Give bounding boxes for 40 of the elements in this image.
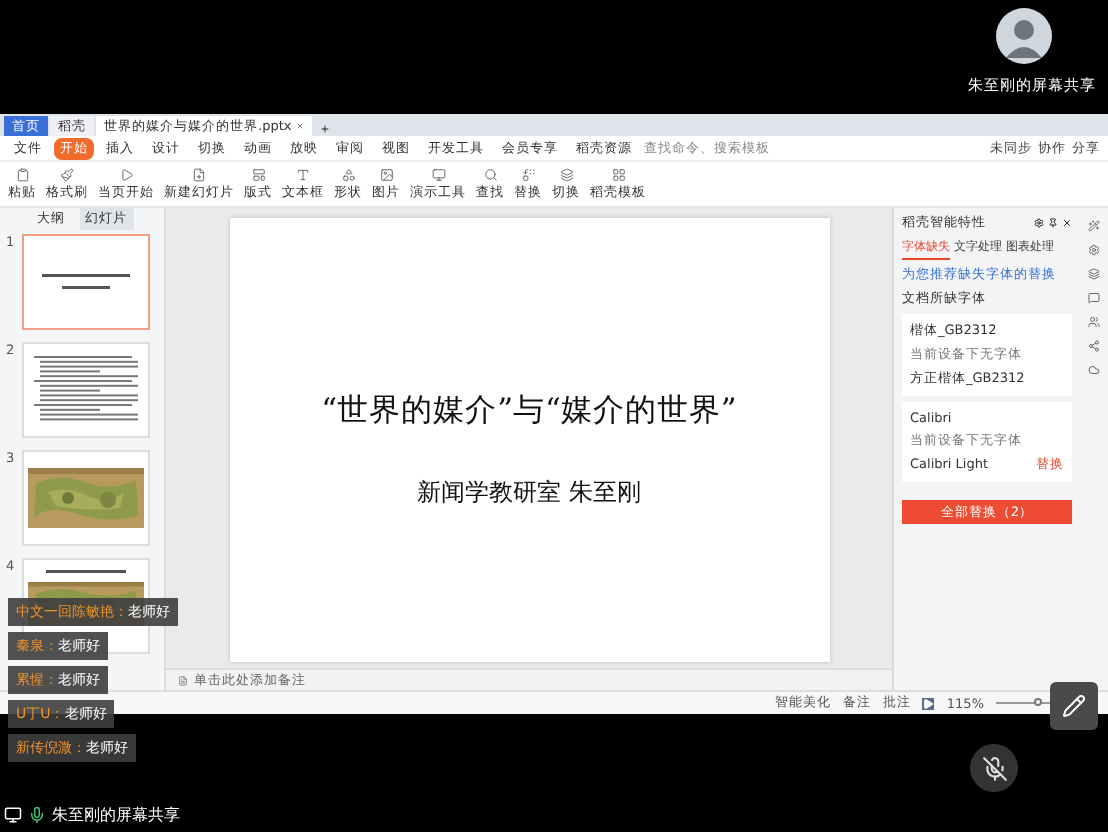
grid-icon	[611, 167, 625, 181]
comment-icon[interactable]	[1088, 292, 1100, 304]
clipboard-icon	[15, 167, 29, 181]
play-icon	[119, 167, 133, 181]
mic-off-icon	[981, 755, 1007, 781]
cloud-icon[interactable]	[1088, 364, 1100, 376]
avatar	[996, 8, 1052, 64]
monitor-icon	[431, 167, 445, 181]
mute-button[interactable]	[970, 744, 1018, 792]
mic-icon	[28, 806, 46, 824]
layout-icon	[251, 167, 265, 181]
share-icon[interactable]	[1088, 340, 1100, 352]
file-plus-icon	[192, 167, 206, 181]
text-icon	[296, 167, 310, 181]
new-tab-icon[interactable]	[319, 124, 330, 134]
annotate-button[interactable]	[1050, 682, 1098, 730]
title-lines-drawing	[42, 274, 130, 290]
settings-icon[interactable]	[1088, 244, 1100, 256]
slide-thumbnail[interactable]	[22, 450, 150, 546]
text-lines-drawing	[34, 356, 138, 424]
search-icon	[483, 167, 497, 181]
shapes-icon	[341, 167, 355, 181]
title-line-drawing	[46, 570, 126, 574]
play-icon[interactable]	[922, 697, 935, 709]
layers-icon[interactable]	[1088, 268, 1100, 280]
image-icon	[379, 167, 393, 181]
slide-thumbnail[interactable]	[22, 342, 150, 438]
settings-icon[interactable]	[1034, 218, 1044, 228]
share-label: 朱至刚的屏幕共享	[52, 804, 180, 826]
wand-icon[interactable]	[1088, 220, 1100, 232]
slide-subtitle: 新闻学教研室 朱至刚	[417, 476, 641, 510]
notes-icon	[178, 675, 188, 685]
pin-icon[interactable]	[1048, 218, 1058, 228]
layers-icon	[559, 167, 573, 181]
pencil-icon	[1062, 694, 1086, 718]
slide-title: “世界的媒介”与“媒介的世界”	[321, 390, 737, 432]
brush-icon	[60, 167, 74, 181]
users-icon[interactable]	[1088, 316, 1100, 328]
screen-icon	[4, 806, 22, 824]
slide-thumbnail[interactable]	[22, 234, 150, 330]
